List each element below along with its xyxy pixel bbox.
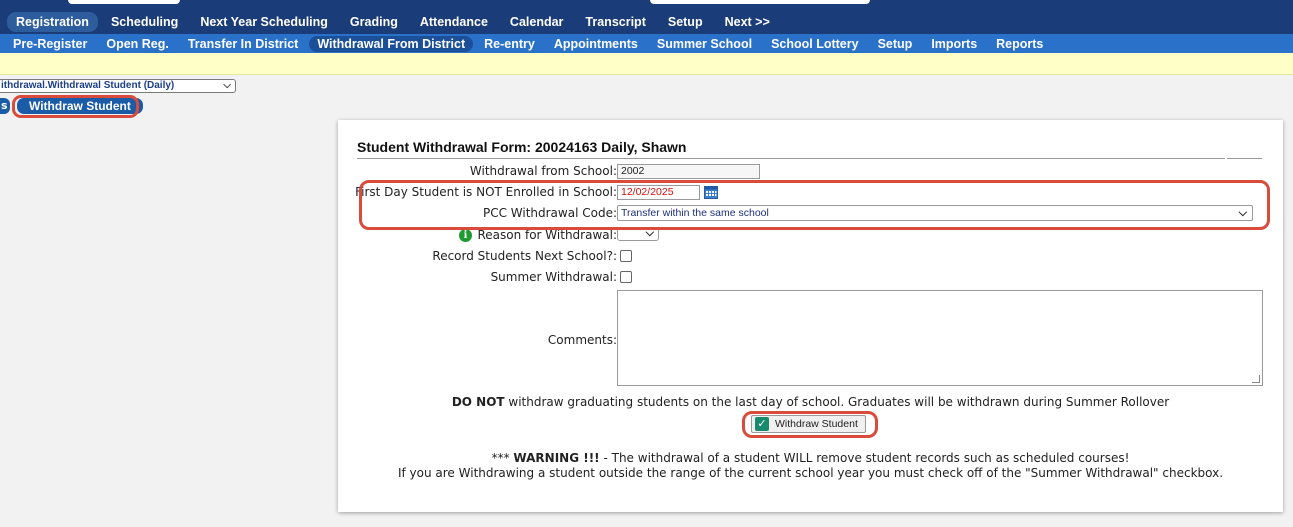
- highlight-withdraw-button: [742, 411, 878, 438]
- subnav-imports[interactable]: Imports: [923, 36, 985, 52]
- nav-calendar[interactable]: Calendar: [501, 12, 573, 32]
- nav-next-year-scheduling[interactable]: Next Year Scheduling: [191, 12, 337, 32]
- summer-withdrawal-checkbox[interactable]: [620, 271, 632, 283]
- resize-handle-icon[interactable]: [1252, 375, 1260, 383]
- withdrawal-form-panel: Student Withdrawal Form: 20024163 Daily,…: [338, 120, 1283, 512]
- highlight-tab: [12, 95, 139, 118]
- graduation-notice: DO NOT withdraw graduating students on t…: [338, 395, 1283, 409]
- page-selector-value: ithdrawal.Withdrawal Student (Daily): [1, 80, 175, 91]
- info-icon[interactable]: i: [459, 229, 472, 242]
- title-divider: [357, 158, 1225, 159]
- nav-setup[interactable]: Setup: [659, 12, 712, 32]
- nav-transcript[interactable]: Transcript: [576, 12, 654, 32]
- tab-row: s Withdraw Student: [0, 95, 1293, 119]
- reason-label: Reason for Withdrawal:: [477, 228, 617, 242]
- highlight-date-code: [359, 180, 1270, 230]
- comments-textarea[interactable]: [617, 290, 1263, 386]
- next-school-label: Record Students Next School?:: [432, 249, 617, 263]
- message-bar: [0, 53, 1293, 75]
- subnav-school-lottery[interactable]: School Lottery: [763, 36, 867, 52]
- form-title: Student Withdrawal Form: 20024163 Daily,…: [357, 139, 687, 155]
- top-strip: [0, 0, 1293, 9]
- secondary-nav: Pre-Register Open Reg. Transfer In Distr…: [0, 34, 1293, 53]
- primary-nav: Registration Scheduling Next Year Schedu…: [0, 9, 1293, 34]
- subnav-setup[interactable]: Setup: [870, 36, 921, 52]
- tab-previous[interactable]: s: [0, 98, 10, 114]
- notice-bold: DO NOT: [451, 395, 505, 409]
- title-divider-right: [1227, 158, 1262, 159]
- subnav-reports[interactable]: Reports: [988, 36, 1051, 52]
- chevron-down-icon: ⌵: [223, 80, 231, 91]
- subnav-re-entry[interactable]: Re-entry: [476, 36, 543, 52]
- nav-grading[interactable]: Grading: [341, 12, 407, 32]
- top-input-stub[interactable]: [68, 0, 180, 4]
- subnav-open-reg[interactable]: Open Reg.: [98, 36, 177, 52]
- warning-prefix: ***: [491, 451, 514, 465]
- next-school-checkbox[interactable]: [620, 250, 632, 262]
- subnav-pre-register[interactable]: Pre-Register: [5, 36, 95, 52]
- notice-text: withdraw graduating students on the last…: [504, 395, 1170, 409]
- subnav-transfer-in-district[interactable]: Transfer In District: [180, 36, 306, 52]
- subnav-withdrawal-from-district[interactable]: Withdrawal From District: [309, 35, 474, 52]
- comments-label: Comments:: [547, 333, 617, 347]
- school-field[interactable]: 2002: [617, 164, 760, 179]
- nav-registration[interactable]: Registration: [7, 11, 98, 32]
- warning-bold: WARNING !!!: [513, 451, 600, 465]
- top-search-stub[interactable]: [650, 0, 870, 4]
- warning-line-1: *** WARNING !!! - The withdrawal of a st…: [338, 451, 1283, 465]
- warning-line-2: If you are Withdrawing a student outside…: [397, 466, 1224, 480]
- nav-attendance[interactable]: Attendance: [411, 12, 497, 32]
- nav-next[interactable]: Next >>: [716, 12, 779, 32]
- summer-label: Summer Withdrawal:: [490, 270, 617, 284]
- warning-text: - The withdrawal of a student WILL remov…: [599, 451, 1130, 465]
- subnav-summer-school[interactable]: Summer School: [649, 36, 760, 52]
- school-label: Withdrawal from School:: [469, 164, 617, 178]
- page-selector[interactable]: ithdrawal.Withdrawal Student (Daily) ⌵: [0, 79, 236, 93]
- subnav-appointments[interactable]: Appointments: [546, 36, 646, 52]
- nav-scheduling[interactable]: Scheduling: [102, 12, 187, 32]
